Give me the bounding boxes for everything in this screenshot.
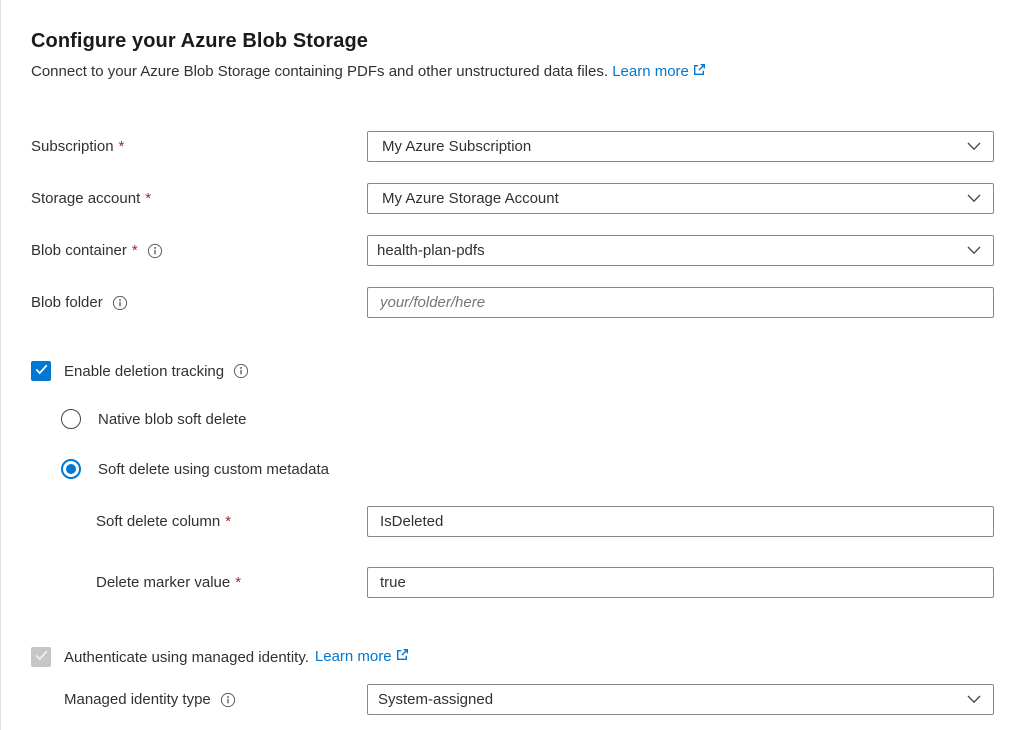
chevron-down-icon: [967, 194, 981, 203]
native-soft-delete-label: Native blob soft delete: [98, 411, 246, 428]
chevron-down-icon: [967, 695, 981, 704]
managed-identity-type-row: Managed identity type System-assigned: [31, 684, 994, 715]
soft-delete-column-row: Soft delete column *: [31, 506, 994, 537]
chevron-down-icon: [967, 246, 981, 255]
required-asterisk: *: [225, 513, 231, 530]
check-icon: [35, 362, 48, 380]
enable-deletion-tracking-label: Enable deletion tracking: [64, 363, 224, 380]
info-icon[interactable]: [233, 363, 249, 379]
storage-account-row: Storage account * My Azure Storage Accou…: [31, 183, 994, 214]
subscription-value: My Azure Subscription: [382, 138, 531, 155]
managed-identity-checkbox: [31, 647, 51, 667]
configure-blob-storage-panel: Configure your Azure Blob Storage Connec…: [1, 0, 1009, 715]
storage-account-label: Storage account *: [31, 190, 367, 207]
blob-folder-input[interactable]: [367, 287, 994, 318]
delete-marker-value-label: Delete marker value *: [96, 574, 367, 591]
delete-marker-value-input[interactable]: [367, 567, 994, 598]
blob-folder-label: Blob folder: [31, 294, 367, 311]
required-asterisk: *: [145, 190, 151, 207]
subtitle-text: Connect to your Azure Blob Storage conta…: [31, 63, 608, 80]
auth-learn-more-link[interactable]: Learn more: [315, 648, 409, 666]
header-learn-more-link[interactable]: Learn more: [612, 63, 706, 80]
enable-deletion-tracking-checkbox[interactable]: [31, 361, 51, 381]
blob-container-value: health-plan-pdfs: [377, 242, 485, 259]
subscription-label: Subscription *: [31, 138, 367, 155]
info-icon[interactable]: [220, 692, 236, 708]
blob-container-label: Blob container *: [31, 242, 367, 259]
soft-delete-column-label: Soft delete column *: [96, 513, 367, 530]
radio-custom-metadata[interactable]: [61, 459, 81, 479]
page-title: Configure your Azure Blob Storage: [31, 30, 994, 53]
external-link-icon: [395, 648, 409, 666]
blob-container-dropdown[interactable]: health-plan-pdfs: [367, 235, 994, 266]
custom-metadata-option: Soft delete using custom metadata: [61, 459, 994, 479]
custom-metadata-label: Soft delete using custom metadata: [98, 461, 329, 478]
required-asterisk: *: [235, 574, 241, 591]
native-soft-delete-option: Native blob soft delete: [61, 409, 994, 429]
external-link-icon: [692, 63, 706, 83]
storage-account-dropdown[interactable]: My Azure Storage Account: [367, 183, 994, 214]
soft-delete-column-input[interactable]: [367, 506, 994, 537]
managed-identity-auth-label: Authenticate using managed identity.: [64, 649, 309, 666]
storage-account-value: My Azure Storage Account: [382, 190, 559, 207]
info-icon[interactable]: [112, 295, 128, 311]
managed-identity-type-dropdown[interactable]: System-assigned: [367, 684, 994, 715]
blob-folder-row: Blob folder: [31, 287, 994, 318]
enable-deletion-tracking-row: Enable deletion tracking: [31, 361, 994, 381]
managed-identity-type-value: System-assigned: [378, 691, 493, 708]
info-icon[interactable]: [147, 243, 163, 259]
subscription-row: Subscription * My Azure Subscription: [31, 131, 994, 162]
managed-identity-auth-row: Authenticate using managed identity. Lea…: [31, 647, 994, 667]
check-icon: [35, 648, 48, 666]
page-subtitle: Connect to your Azure Blob Storage conta…: [31, 62, 994, 83]
chevron-down-icon: [967, 142, 981, 151]
required-asterisk: *: [132, 242, 138, 259]
subscription-dropdown[interactable]: My Azure Subscription: [367, 131, 994, 162]
managed-identity-type-label: Managed identity type: [64, 691, 367, 708]
required-asterisk: *: [119, 138, 125, 155]
blob-container-row: Blob container * health-plan-pdfs: [31, 235, 994, 266]
delete-marker-value-row: Delete marker value *: [31, 567, 994, 598]
radio-native-soft-delete[interactable]: [61, 409, 81, 429]
